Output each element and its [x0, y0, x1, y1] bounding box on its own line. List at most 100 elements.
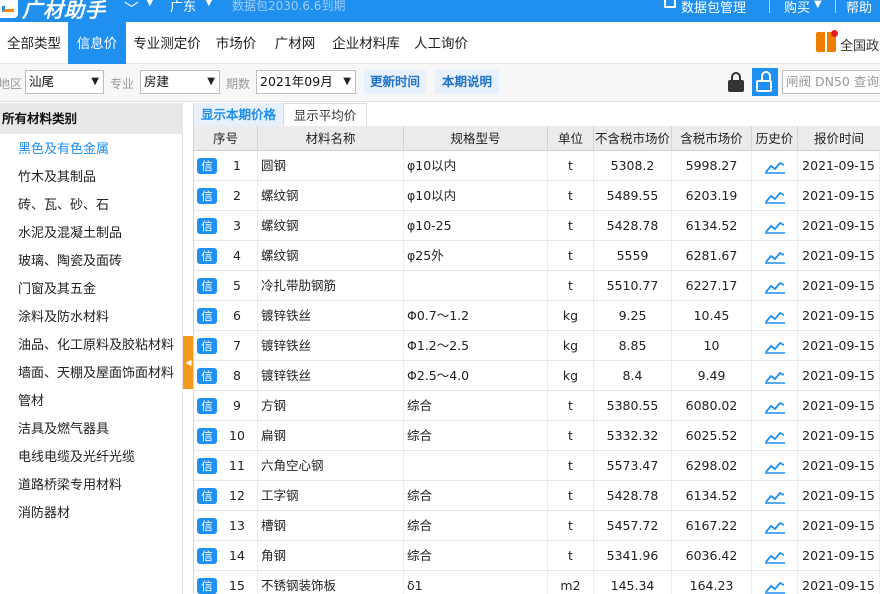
history-cell[interactable] [752, 451, 798, 481]
category-item[interactable]: 玻璃、陶瓷及面砖 [18, 248, 122, 276]
category-item[interactable]: 电线电缆及光纤光缆 [18, 444, 135, 472]
table-row[interactable]: 信 10 扁钢 综合 t 5332.32 6025.52 2021-09-15 [194, 421, 880, 451]
province-selector[interactable]: 广东 [170, 0, 196, 15]
nav-all-types[interactable]: 全部类型 [0, 22, 68, 64]
trend-chart-icon[interactable] [764, 220, 785, 234]
category-item[interactable]: 道路桥梁专用材料 [18, 472, 122, 500]
category-header: 所有材料类别 [0, 103, 183, 134]
trend-chart-icon[interactable] [764, 370, 785, 384]
category-item[interactable]: 黑色及有色金属 [18, 136, 109, 164]
spec-model [404, 271, 548, 301]
nav-info-price[interactable]: 信息价 [68, 22, 126, 64]
period-label: 期数 [226, 77, 251, 91]
buy-caret-icon[interactable]: ▼ [814, 0, 822, 10]
category-item[interactable]: 油品、化工原料及胶粘材料 [18, 332, 174, 360]
table-row[interactable]: 信 11 六角空心钢 t 5573.47 6298.02 2021-09-15 [194, 451, 880, 481]
national-policy-link[interactable]: 全国政 [840, 35, 879, 54]
lock-icon[interactable] [727, 72, 745, 92]
category-item[interactable]: 水泥及混凝土制品 [18, 220, 122, 248]
trend-chart-icon[interactable] [764, 280, 785, 294]
table-row[interactable]: 信 7 镀锌铁丝 Φ1.2～2.5 kg 8.85 10 2021-09-15 [194, 331, 880, 361]
col-name[interactable]: 材料名称 [258, 126, 404, 151]
trend-chart-icon[interactable] [764, 340, 785, 354]
history-cell[interactable] [752, 391, 798, 421]
trend-chart-icon[interactable] [764, 550, 785, 564]
quote-time: 2021-09-15 [798, 571, 880, 594]
tab-average-price[interactable]: 显示平均价 [283, 103, 367, 126]
price-excl-tax: 5308.2 [594, 151, 672, 181]
category-item[interactable]: 门窗及其五金 [18, 276, 96, 304]
history-cell[interactable] [752, 541, 798, 571]
chevron-down-icon[interactable]: ﹀ [124, 0, 139, 19]
table-row[interactable]: 信 6 镀锌铁丝 Φ0.7～1.2 kg 9.25 10.45 2021-09-15 [194, 301, 880, 331]
trend-chart-icon[interactable] [764, 520, 785, 534]
history-cell[interactable] [752, 211, 798, 241]
col-price-excl-tax[interactable]: 不含税市场价 [594, 126, 672, 151]
history-cell[interactable] [752, 241, 798, 271]
table-row[interactable]: 信 9 方钢 综合 t 5380.55 6080.02 2021-09-15 [194, 391, 880, 421]
price-excl-tax: 5457.72 [594, 511, 672, 541]
table-row[interactable]: 信 14 角钢 综合 t 5341.96 6036.42 2021-09-15 [194, 541, 880, 571]
buy-menu[interactable]: 购买 [784, 0, 810, 16]
nav-manual-inquiry[interactable]: 人工询价 [408, 22, 474, 64]
trend-chart-icon[interactable] [764, 400, 785, 414]
period-select[interactable]: 2021年09月 ▼ [256, 70, 356, 94]
col-quote-time[interactable]: 报价时间 [798, 126, 880, 151]
category-item[interactable]: 竹木及其制品 [18, 164, 96, 192]
trend-chart-icon[interactable] [764, 490, 785, 504]
nav-market-price[interactable]: 市场价 [208, 22, 264, 64]
category-item[interactable]: 砖、瓦、砂、石 [18, 192, 109, 220]
province-caret-icon[interactable]: ▼ [205, 0, 213, 8]
tab-current-price[interactable]: 显示本期价格 [194, 103, 283, 126]
nav-measured-price[interactable]: 专业测定价 [128, 22, 206, 64]
table-row[interactable]: 信 13 槽钢 综合 t 5457.72 6167.22 2021-09-15 [194, 511, 880, 541]
trend-chart-icon[interactable] [764, 160, 785, 174]
period-description-button[interactable]: 本期说明 [435, 70, 499, 94]
database-icon[interactable] [664, 0, 676, 8]
trend-chart-icon[interactable] [764, 580, 785, 594]
history-cell[interactable] [752, 271, 798, 301]
history-cell[interactable] [752, 361, 798, 391]
history-cell[interactable] [752, 181, 798, 211]
history-cell[interactable] [752, 331, 798, 361]
table-row[interactable]: 信 15 不锈钢装饰板 δ1 m2 145.34 164.23 2021-09-15 [194, 571, 880, 594]
trend-chart-icon[interactable] [764, 310, 785, 324]
caret-down-icon[interactable]: ▼ [146, 0, 154, 8]
db-manage-link[interactable]: 数据包管理 [681, 0, 746, 16]
col-spec[interactable]: 规格型号 [404, 126, 548, 151]
category-item[interactable]: 墙面、天棚及屋面饰面材料 [18, 360, 174, 388]
history-cell[interactable] [752, 301, 798, 331]
history-cell[interactable] [752, 571, 798, 594]
category-item[interactable]: 洁具及燃气器具 [18, 416, 109, 444]
history-cell[interactable] [752, 481, 798, 511]
col-unit[interactable]: 单位 [548, 126, 594, 151]
update-time-button[interactable]: 更新时间 [364, 70, 426, 94]
table-row[interactable]: 信 5 冷扎带肋钢筋 t 5510.77 6227.17 2021-09-15 [194, 271, 880, 301]
major-select[interactable]: 房建 ▼ [140, 70, 220, 94]
category-item[interactable]: 涂料及防水材料 [18, 304, 109, 332]
history-cell[interactable] [752, 421, 798, 451]
trend-chart-icon[interactable] [764, 250, 785, 264]
history-cell[interactable] [752, 151, 798, 181]
category-item[interactable]: 管材 [18, 388, 44, 416]
trend-chart-icon[interactable] [764, 190, 785, 204]
table-row[interactable]: 信 3 螺纹钢 φ10-25 t 5428.78 6134.52 2021-09-15 [194, 211, 880, 241]
col-index[interactable]: 序号 [194, 126, 258, 151]
table-row[interactable]: 信 1 圆钢 φ10以内 t 5308.2 5998.27 2021-09-15 [194, 151, 880, 181]
nav-guangcai-net[interactable]: 广材网 [266, 22, 324, 64]
table-row[interactable]: 信 12 工字钢 综合 t 5428.78 6134.52 2021-09-15 [194, 481, 880, 511]
help-link[interactable]: 帮助 [846, 0, 872, 16]
table-row[interactable]: 信 8 镀锌铁丝 Φ2.5～4.0 kg 8.4 9.49 2021-09-15 [194, 361, 880, 391]
history-cell[interactable] [752, 511, 798, 541]
nav-enterprise-library[interactable]: 企业材料库 [326, 22, 406, 64]
trend-chart-icon[interactable] [764, 430, 785, 444]
table-row[interactable]: 信 4 螺纹钢 φ25外 t 5559 6281.67 2021-09-15 [194, 241, 880, 271]
col-price-incl-tax[interactable]: 含税市场价 [672, 126, 752, 151]
col-history[interactable]: 历史价 [752, 126, 798, 151]
trend-chart-icon[interactable] [764, 460, 785, 474]
table-row[interactable]: 信 2 螺纹钢 φ10以内 t 5489.55 6203.19 2021-09-15 [194, 181, 880, 211]
unlock-icon[interactable] [752, 68, 778, 96]
category-item[interactable]: 消防器材 [18, 500, 70, 528]
search-input[interactable]: 闸阀 DN50 查询示 [782, 70, 880, 94]
region-select[interactable]: 汕尾 ▼ [25, 70, 104, 94]
